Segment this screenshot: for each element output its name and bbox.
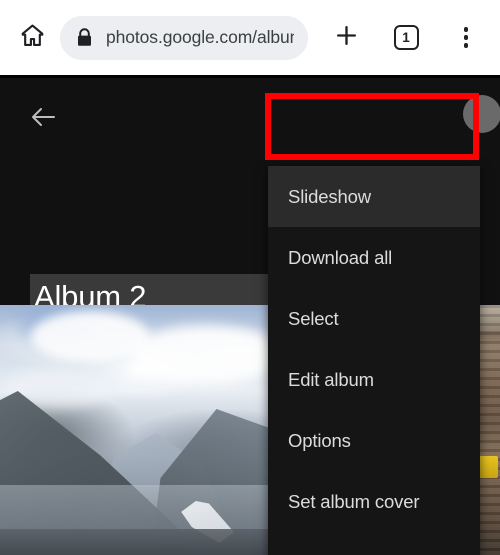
- album-overflow-menu: Slideshow Download all Select Edit album…: [268, 166, 480, 555]
- url-text: photos.google.com/album: [106, 27, 294, 47]
- back-button[interactable]: [20, 98, 66, 140]
- plus-icon: [333, 22, 360, 54]
- browser-overflow-menu-button[interactable]: [445, 16, 487, 60]
- lock-icon: [76, 28, 93, 47]
- address-bar[interactable]: photos.google.com/album: [60, 15, 308, 60]
- menu-item-label: Options: [288, 429, 351, 451]
- chrome-actions: 1: [308, 16, 500, 60]
- menu-item-delete-album[interactable]: Delete album: [268, 532, 480, 555]
- menu-item-label: Edit album: [288, 368, 374, 390]
- menu-item-download-all[interactable]: Download all: [268, 227, 480, 288]
- menu-item-label: Download all: [288, 246, 393, 268]
- back-arrow-icon: [30, 106, 56, 133]
- menu-item-label: Delete album: [288, 552, 395, 555]
- photo-cloud: [130, 325, 280, 385]
- album-page: Album 2 Aug 10, 2015–Aug 26, 2019: [0, 78, 500, 555]
- three-dot-menu-icon: [463, 27, 469, 48]
- menu-item-label: Slideshow: [288, 185, 371, 207]
- menu-item-select[interactable]: Select: [268, 288, 480, 349]
- app-root: photos.google.com/album 1 Album 2 Slides…: [0, 0, 500, 555]
- menu-item-slideshow[interactable]: Slideshow: [268, 166, 480, 227]
- mountain-valley-clouds-photo[interactable]: [0, 305, 283, 555]
- menu-item-set-album-cover[interactable]: Set album cover: [268, 471, 480, 532]
- tab-count-badge: 1: [393, 25, 419, 50]
- menu-item-edit-album[interactable]: Edit album: [268, 349, 480, 410]
- new-tab-button[interactable]: [325, 16, 367, 60]
- menu-item-label: Set album cover: [288, 490, 420, 512]
- photo-foreground: [0, 529, 283, 555]
- menu-item-options[interactable]: Options: [268, 410, 480, 471]
- menu-item-label: Select: [288, 307, 339, 329]
- home-icon: [19, 22, 46, 54]
- avatar[interactable]: [463, 95, 500, 133]
- home-button[interactable]: [6, 12, 58, 64]
- browser-toolbar: photos.google.com/album 1: [0, 0, 500, 78]
- tab-switcher-button[interactable]: 1: [385, 16, 427, 60]
